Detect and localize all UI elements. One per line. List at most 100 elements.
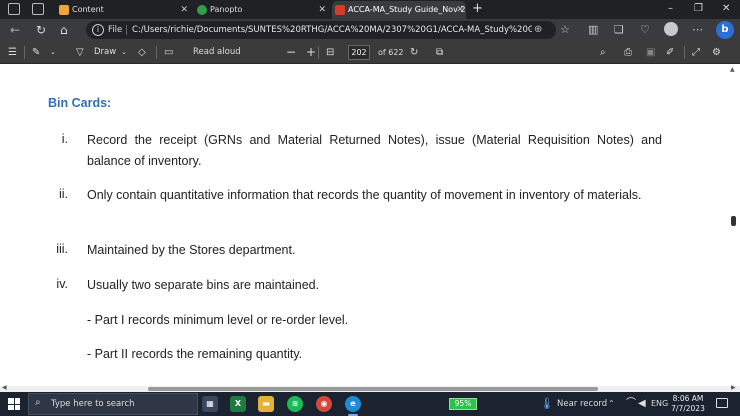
- list-number: ii.: [58, 187, 68, 201]
- edge-app-icon[interactable]: e: [345, 396, 361, 416]
- panopto-favicon-icon: [197, 5, 207, 15]
- scroll-left-arrow-icon[interactable]: ◀: [2, 384, 7, 391]
- contents-icon[interactable]: ☰: [8, 41, 17, 64]
- split-screen-icon[interactable]: ▥: [588, 22, 598, 38]
- zoom-out-button[interactable]: −: [286, 41, 296, 64]
- taskbar-clock[interactable]: 8:06 AM 7/7/2023: [668, 394, 708, 414]
- list-number: iii.: [56, 242, 68, 256]
- favorite-star-icon[interactable]: ☆: [560, 22, 570, 38]
- battery-indicator[interactable]: 95%: [449, 398, 477, 410]
- zoom-in-button[interactable]: +: [306, 41, 316, 64]
- page-total: of 622: [378, 48, 404, 57]
- tab-close-icon[interactable]: ✕: [180, 1, 188, 19]
- scroll-up-arrow-icon[interactable]: ▲: [730, 66, 735, 73]
- new-tab-button[interactable]: +: [472, 0, 483, 18]
- divider: [318, 46, 319, 59]
- refresh-button[interactable]: ↻: [36, 21, 46, 39]
- sub-item: - Part I records minimum level or re-ord…: [87, 313, 349, 327]
- notification-center-icon[interactable]: [716, 398, 728, 408]
- thermometer-icon: 🌡: [540, 397, 554, 410]
- list-text: Record the receipt (GRNs and Material Re…: [87, 133, 662, 168]
- scroll-right-arrow-icon[interactable]: ▶: [731, 384, 736, 391]
- fit-page-icon[interactable]: ⊟: [326, 41, 334, 64]
- sub-item: - Part II records the remaining quantity…: [87, 347, 303, 361]
- file-explorer-icon[interactable]: ▬: [258, 396, 274, 412]
- list-text: Usually two separate bins are maintained…: [87, 278, 320, 292]
- read-aloud-button[interactable]: Read aloud: [193, 41, 241, 64]
- workspaces-icon[interactable]: [8, 3, 20, 15]
- weather-status-text[interactable]: Near record: [557, 392, 607, 416]
- content-favicon-icon: [59, 5, 69, 15]
- tab-label: Content: [72, 5, 104, 14]
- erase-icon[interactable]: ◇: [138, 41, 146, 64]
- scheme-label: File: [108, 25, 123, 35]
- horizontal-scrollbar-thumb[interactable]: [148, 387, 598, 391]
- draw-button[interactable]: Draw: [94, 41, 116, 64]
- bing-copilot-icon[interactable]: b: [716, 21, 734, 39]
- divider: [24, 46, 25, 59]
- zoom-icon[interactable]: ⊕: [534, 21, 542, 39]
- save-icon[interactable]: ▣: [646, 41, 655, 64]
- pdf-page: Bin Cards: i. Record the receipt (GRNs a…: [0, 64, 740, 386]
- pdf-favicon-icon: [335, 5, 345, 15]
- favorites-icon[interactable]: ♡: [640, 22, 650, 38]
- tab-close-icon[interactable]: ✕: [318, 1, 326, 19]
- volume-icon[interactable]: ◀: [638, 392, 646, 416]
- tab-study-guide[interactable]: ACCA-MA_Study Guide_Nov 20... ✕: [332, 1, 466, 19]
- text-icon[interactable]: ▭: [164, 41, 173, 64]
- list-number: iv.: [56, 277, 68, 291]
- highlight-icon[interactable]: ✎: [32, 41, 40, 64]
- address-bar[interactable]: i File C:/Users/richie/Documents/SUNTES%…: [86, 21, 556, 39]
- close-window-button[interactable]: ✕: [722, 0, 730, 18]
- windows-taskbar: ⌕ Type here to search ▦ X ▬ ≋ ◉ e 95% 🌡 …: [0, 392, 740, 416]
- profile-avatar[interactable]: [664, 22, 678, 36]
- minimize-button[interactable]: –: [668, 0, 673, 18]
- page-number-input[interactable]: 202: [348, 45, 370, 60]
- url-text[interactable]: C:/Users/richie/Documents/SUNTES%20RTHG/…: [132, 21, 532, 39]
- print-icon[interactable]: ⎙: [624, 41, 632, 64]
- list-text: Only contain quantitative information th…: [87, 188, 642, 202]
- collections-icon[interactable]: ❏: [614, 22, 624, 38]
- draw-icon[interactable]: ▽: [76, 41, 84, 64]
- search-placeholder: Type here to search: [51, 399, 135, 409]
- tab-label: ACCA-MA_Study Guide_Nov 20...: [348, 5, 466, 14]
- clock-date: 7/7/2023: [671, 404, 705, 413]
- chrome-app-icon[interactable]: ◉: [316, 396, 332, 412]
- page-view-icon[interactable]: ⧉: [436, 41, 443, 64]
- list-number: i.: [61, 132, 68, 146]
- show-hidden-icons-chevron-icon[interactable]: ⌃: [608, 392, 615, 416]
- list-text: Maintained by the Stores department.: [87, 243, 296, 257]
- back-button[interactable]: ←: [10, 21, 20, 39]
- spotify-app-icon[interactable]: ≋: [287, 396, 303, 412]
- chevron-down-icon[interactable]: ⌄: [50, 41, 56, 64]
- settings-gear-icon[interactable]: ⚙: [712, 41, 721, 64]
- excel-app-icon[interactable]: X: [230, 396, 246, 412]
- tab-content[interactable]: Content ✕: [56, 1, 190, 19]
- taskbar-search-box[interactable]: ⌕ Type here to search: [28, 393, 198, 415]
- divider: [684, 46, 685, 59]
- divider: [126, 25, 127, 35]
- language-indicator[interactable]: ENG: [651, 392, 668, 416]
- search-icon: ⌕: [35, 397, 41, 408]
- vertical-scrollbar-thumb[interactable]: [731, 216, 736, 226]
- save-as-icon[interactable]: ✐: [666, 41, 674, 64]
- address-toolbar: ← ↻ ⌂ i File C:/Users/richie/Documents/S…: [0, 19, 740, 41]
- fullscreen-icon[interactable]: ⤢: [692, 41, 700, 64]
- more-menu-icon[interactable]: ⋯: [692, 22, 703, 38]
- search-icon[interactable]: ⌕: [600, 41, 606, 64]
- network-icon[interactable]: ⌒: [626, 392, 636, 416]
- rotate-icon[interactable]: ↻: [410, 41, 418, 64]
- home-button[interactable]: ⌂: [60, 21, 68, 39]
- tab-close-icon[interactable]: ✕: [456, 1, 464, 19]
- section-heading: Bin Cards:: [48, 96, 112, 110]
- task-view-icon[interactable]: ▦: [202, 396, 218, 412]
- tab-actions-icon[interactable]: [32, 3, 44, 15]
- divider: [156, 46, 157, 59]
- tab-label: Panopto: [210, 5, 243, 14]
- chevron-down-icon[interactable]: ⌄: [121, 41, 127, 64]
- restore-button[interactable]: ❐: [694, 0, 703, 18]
- browser-tab-strip: Content ✕ Panopto ✕ ACCA-MA_Study Guide_…: [0, 0, 740, 19]
- windows-start-icon[interactable]: [8, 398, 20, 410]
- info-icon[interactable]: i: [92, 24, 104, 36]
- tab-panopto[interactable]: Panopto ✕: [194, 1, 328, 19]
